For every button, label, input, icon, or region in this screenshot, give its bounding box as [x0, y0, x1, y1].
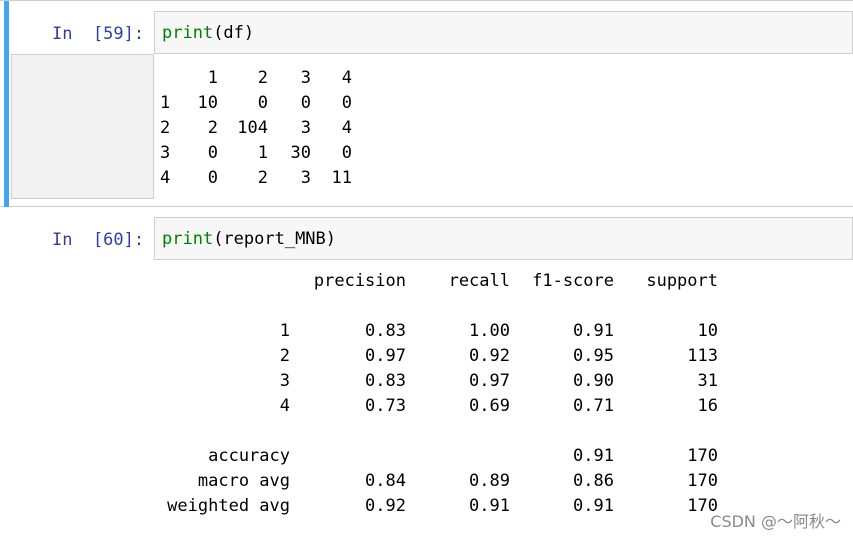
output-header-row: 1 2 3 4	[160, 66, 380, 91]
output-cell: 0.97	[469, 371, 510, 391]
output-row: 3 0.83 0.97 0.90 31	[150, 369, 750, 394]
input-prompt: In [60]:	[52, 230, 145, 250]
code-input-area[interactable]: print(df)	[154, 11, 853, 54]
dataframe-output: 1 2 3 4 1 10 0 0 0 2 2 104 3 4 3 0 1 30 0 4 0 2 3 11	[160, 66, 380, 191]
output-collapse-area[interactable]	[11, 54, 154, 199]
output-cell: 30	[290, 143, 311, 163]
output-cell: 2	[279, 346, 290, 366]
output-cell: 0.89	[469, 471, 510, 491]
output-cell: 0.97	[365, 346, 406, 366]
output-cell: 0	[257, 93, 268, 113]
output-cell: 1	[160, 93, 171, 113]
output-cell: 4	[279, 396, 290, 416]
output-cell: 0.91	[573, 321, 614, 341]
output-cell: 104	[237, 118, 268, 138]
column-header: 1	[207, 68, 218, 88]
output-row: 2 2 104 3 4	[160, 116, 380, 141]
code-line: print(report_MNB)	[162, 229, 336, 249]
output-cell: 170	[687, 471, 718, 491]
code-cell-60[interactable]: In [60]: print(report_MNB) precision reca…	[0, 207, 853, 540]
output-cell: 10	[197, 93, 218, 113]
code-cell-59[interactable]: In [59]: print(df) 1 2 3 4 1 10 0 0 0 2 2 104 3 4 3 0 1 3…	[0, 0, 853, 207]
output-cell: weighted avg	[167, 496, 290, 516]
input-prompt: In [59]:	[52, 24, 145, 44]
output-cell: 170	[687, 446, 718, 466]
output-cell: 0.92	[469, 346, 510, 366]
output-row: 2 0.97 0.92 0.95 113	[150, 344, 750, 369]
output-cell: 0	[341, 143, 352, 163]
builtin-print: print	[162, 23, 214, 43]
output-cell: 4	[160, 168, 171, 188]
output-row: 4 0.73 0.69 0.71 16	[150, 394, 750, 419]
output-cell: 2	[257, 168, 268, 188]
output-cell: 4	[341, 118, 352, 138]
code-line: print(df)	[162, 23, 254, 43]
output-cell: 0.73	[365, 396, 406, 416]
output-row: 4 0 2 3 11	[160, 166, 380, 191]
output-cell: 16	[697, 396, 718, 416]
output-row: 1 0.83 1.00 0.91 10	[150, 319, 750, 344]
output-cell: 0.83	[365, 321, 406, 341]
output-cell: 170	[687, 496, 718, 516]
csdn-watermark: CSDN @～阿秋～	[710, 512, 841, 531]
output-cell: 3	[279, 371, 290, 391]
output-cell: 11	[331, 168, 352, 188]
column-header: 4	[341, 68, 352, 88]
notebook-page: In [59]: print(df) 1 2 3 4 1 10 0 0 0 2 2 104 3 4 3 0 1 3…	[0, 0, 853, 540]
output-cell: 0.91	[469, 496, 510, 516]
blank-row	[150, 294, 750, 319]
output-row: 1 10 0 0 0	[160, 91, 380, 116]
column-header: f1-score	[532, 271, 614, 291]
column-header: recall	[448, 271, 510, 291]
output-cell: 1	[279, 321, 290, 341]
output-cell: 1.00	[469, 321, 510, 341]
column-header: 2	[257, 68, 268, 88]
output-cell: 0	[341, 93, 352, 113]
code-input-area[interactable]: print(report_MNB)	[154, 217, 853, 260]
output-cell: 2	[207, 118, 218, 138]
output-cell: 0.92	[365, 496, 406, 516]
column-header: support	[646, 271, 718, 291]
output-cell: accuracy	[208, 446, 290, 466]
output-row: 3 0 1 30 0	[160, 141, 380, 166]
output-cell: 0.86	[573, 471, 614, 491]
output-cell: 0.83	[365, 371, 406, 391]
output-header-row: precision recall f1-score support	[150, 269, 750, 294]
call-args: (report_MNB)	[213, 229, 337, 249]
output-cell: 2	[160, 118, 171, 138]
output-cell: 10	[697, 321, 718, 341]
output-cell: 1	[257, 143, 268, 163]
output-cell: 0	[207, 168, 218, 188]
output-cell: 0.69	[469, 396, 510, 416]
output-row: macro avg 0.84 0.89 0.86 170	[150, 469, 750, 494]
output-cell: 3	[300, 168, 311, 188]
output-row	[150, 419, 750, 444]
output-cell: 0.84	[365, 471, 406, 491]
call-args: (df)	[213, 23, 255, 43]
builtin-print: print	[162, 229, 214, 249]
output-cell: 31	[697, 371, 718, 391]
output-cell: 3	[160, 143, 171, 163]
column-header: precision	[313, 271, 406, 291]
cell-selection-bar	[4, 1, 9, 207]
output-cell: 0.95	[573, 346, 614, 366]
output-row: accuracy 0.91 170	[150, 444, 750, 469]
column-header: 3	[300, 68, 311, 88]
output-cell: 0	[300, 93, 311, 113]
output-cell: 0	[207, 143, 218, 163]
output-cell: 113	[687, 346, 718, 366]
output-row: weighted avg 0.92 0.91 0.91 170	[150, 494, 750, 519]
output-cell: 0.91	[573, 446, 614, 466]
output-cell: 0.90	[573, 371, 614, 391]
classification-report-output: precision recall f1-score support 1 0.83 1.00 0…	[150, 269, 750, 519]
output-cell: 0.91	[573, 496, 614, 516]
output-cell: macro avg	[197, 471, 290, 491]
output-cell: 0.71	[573, 396, 614, 416]
output-cell: 3	[300, 118, 311, 138]
